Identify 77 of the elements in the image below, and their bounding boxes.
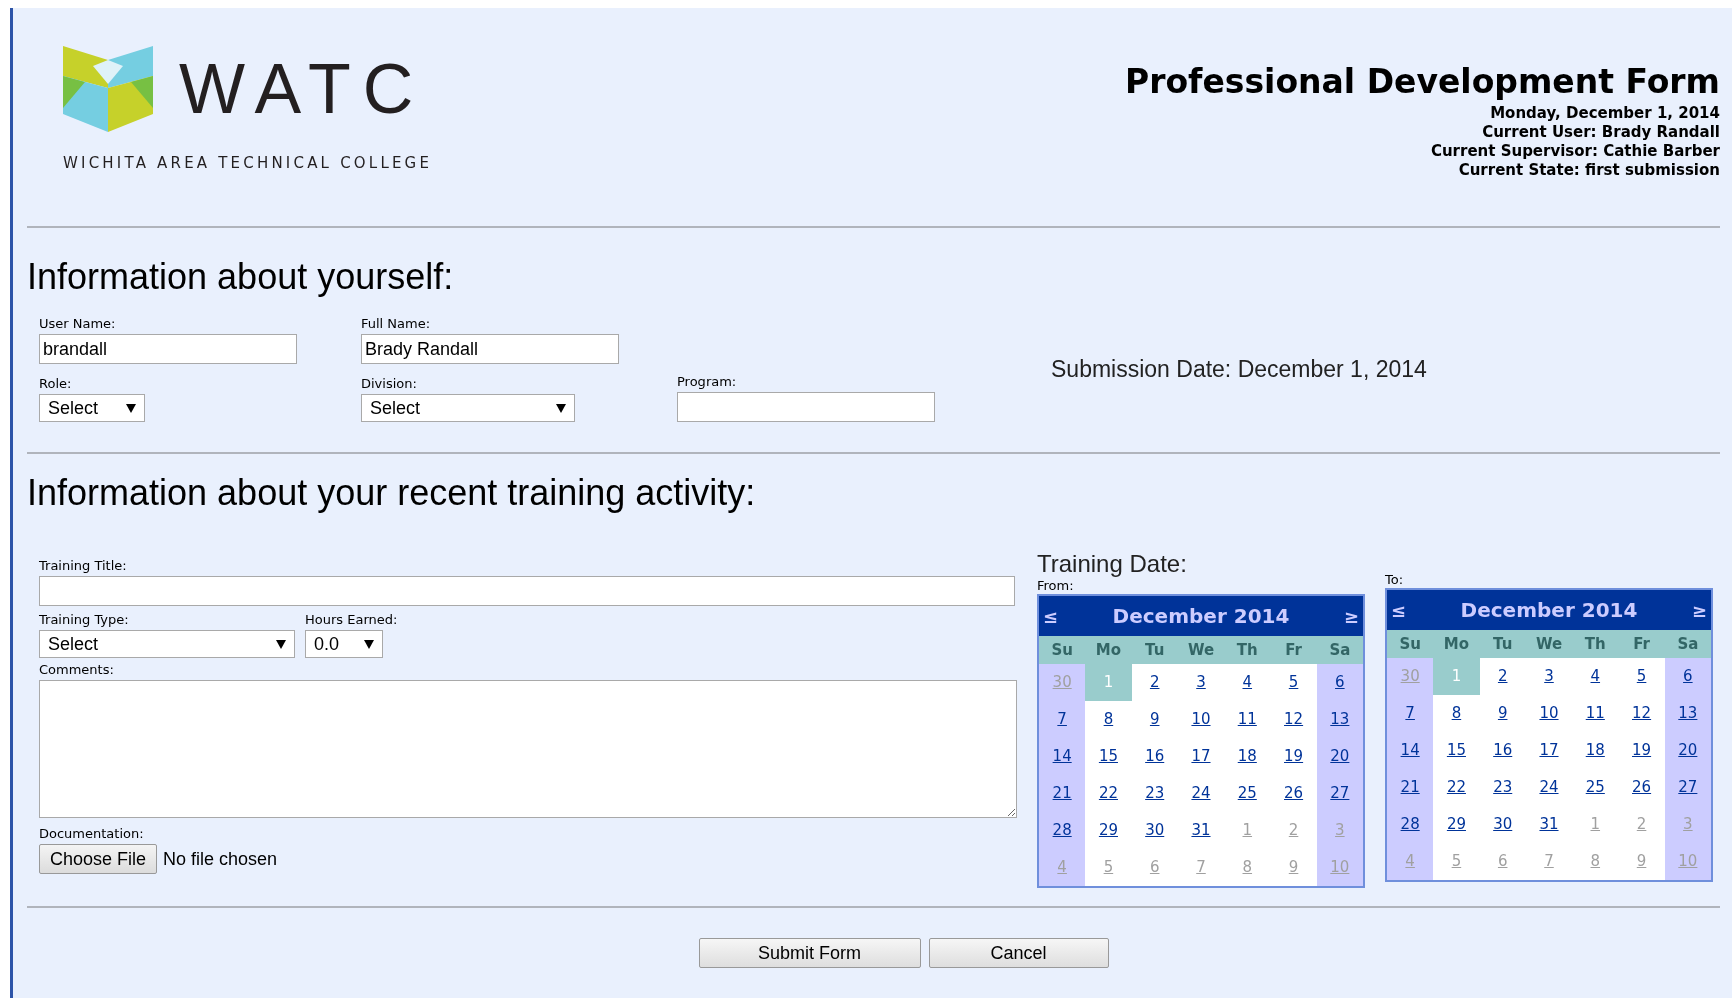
cancel-button[interactable]: Cancel <box>928 938 1109 968</box>
field-label: Training Type: <box>39 612 129 627</box>
calendar-day[interactable]: 27 <box>1316 775 1363 812</box>
weekday-header: Mo <box>1433 630 1480 658</box>
weekday-header: We <box>1177 636 1225 664</box>
caret-icon <box>126 403 136 413</box>
comments-field[interactable] <box>39 680 1017 818</box>
hours-earned-select[interactable]: 0.0 <box>305 630 383 658</box>
field-label: Program: <box>677 374 737 389</box>
submit-button[interactable]: Submit Form <box>698 938 921 968</box>
training-date-heading: Training Date: <box>1037 552 1188 576</box>
field-label: Full Name: <box>361 316 431 331</box>
calendar-day[interactable]: 20 <box>1664 732 1711 769</box>
calendar-day[interactable]: 27 <box>1664 769 1711 806</box>
previous-month-link[interactable]: ≤ <box>1043 605 1059 627</box>
calendar-day[interactable]: 14 <box>1387 732 1434 769</box>
file-status: No file chosen <box>163 848 278 870</box>
logo-tagline: WICHITA AREA TECHNICAL COLLEGE <box>63 154 433 172</box>
calendar-title: December 2014 <box>1112 604 1290 628</box>
weekday-header: Tu <box>1479 630 1526 658</box>
weekday-header: Fr <box>1618 630 1665 658</box>
caret-icon <box>364 639 374 649</box>
section-heading: Information about yourself: <box>27 256 454 298</box>
form-title: Professional Development Form <box>1124 64 1720 101</box>
weekday-header: Sa <box>1664 630 1711 658</box>
header-info-line: Current State: first submission <box>1458 161 1720 181</box>
caret-icon <box>556 403 566 413</box>
next-month-link[interactable]: ≥ <box>1691 599 1707 621</box>
weekday-header: Fr <box>1270 636 1317 664</box>
calendar-day[interactable]: 13 <box>1316 701 1363 738</box>
field-label: Hours Earned: <box>305 612 398 627</box>
weekday-header: Mo <box>1085 636 1132 664</box>
submission-date: Submission Date: December 1, 2014 <box>1051 355 1428 383</box>
calendar-day[interactable]: 13 <box>1664 695 1711 732</box>
previous-month-link[interactable]: ≤ <box>1391 599 1407 621</box>
calendar-day[interactable]: 28 <box>1387 806 1434 843</box>
calendar-day[interactable]: 7 <box>1039 701 1086 738</box>
calendar-label: From: <box>1037 578 1075 593</box>
weekday-header: Sa <box>1316 636 1363 664</box>
division-select[interactable]: Select <box>361 394 575 422</box>
training-title-field[interactable] <box>39 576 1015 606</box>
calendar-day[interactable]: 21 <box>1039 775 1086 812</box>
weekday-header: Su <box>1387 630 1434 658</box>
role-select[interactable]: Select <box>39 394 145 422</box>
header-info-line: Current Supervisor: Cathie Barber <box>1430 142 1720 162</box>
shield-logo-icon <box>63 46 153 132</box>
header-info-line: Monday, December 1, 2014 <box>1490 104 1720 124</box>
logo-wordmark: WATC <box>179 54 426 124</box>
calendar-day[interactable]: 20 <box>1316 738 1363 775</box>
calendar-day[interactable]: 28 <box>1039 812 1086 849</box>
choose-file-button[interactable]: Choose File <box>39 844 158 874</box>
calendar-title: December 2014 <box>1460 598 1638 622</box>
section-heading: Information about your recent training activity: <box>27 472 756 514</box>
calendar-day[interactable]: 6 <box>1316 664 1363 701</box>
field-label: Division: <box>361 376 417 391</box>
user-name-field[interactable]: brandall <box>39 334 297 364</box>
training-type-select[interactable]: Select <box>39 630 295 658</box>
header-info-line: Current User: Brady Randall <box>1482 123 1720 143</box>
calendar-day[interactable]: 6 <box>1664 658 1711 695</box>
field-label: Comments: <box>39 662 115 677</box>
calendar-day[interactable]: 7 <box>1387 695 1434 732</box>
field-label: Training Title: <box>39 558 128 573</box>
field-label: Role: <box>39 376 72 391</box>
full-name-field[interactable]: Brady Randall <box>361 334 619 364</box>
caret-icon <box>276 639 286 649</box>
next-month-link[interactable]: ≥ <box>1343 605 1359 627</box>
weekday-header: Tu <box>1131 636 1178 664</box>
weekday-header: We <box>1525 630 1573 658</box>
weekday-header: Su <box>1039 636 1086 664</box>
weekday-header: Th <box>1224 636 1271 664</box>
calendar-day[interactable]: 21 <box>1387 769 1434 806</box>
program-field[interactable] <box>677 392 935 422</box>
calendar-label: To: <box>1385 572 1405 587</box>
field-label: User Name: <box>39 316 116 331</box>
calendar-day[interactable]: 14 <box>1039 738 1086 775</box>
weekday-header: Th <box>1572 630 1619 658</box>
field-label: Documentation: <box>39 826 145 841</box>
